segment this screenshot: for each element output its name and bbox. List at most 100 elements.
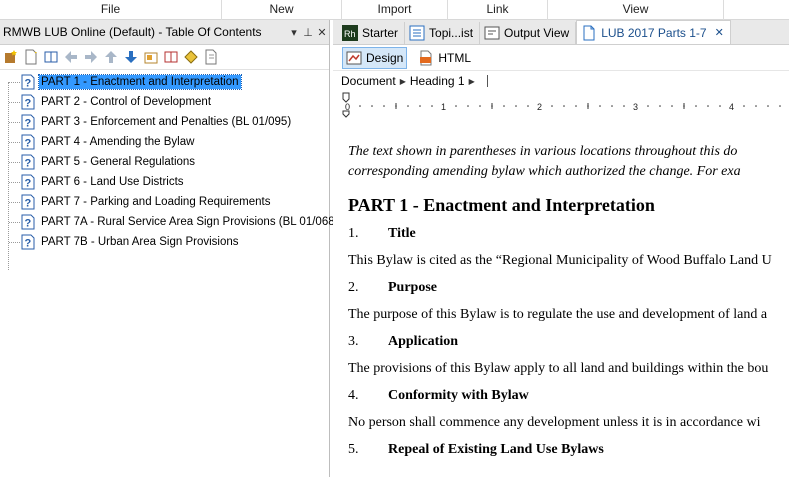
document-content[interactable]: The text shown in parentheses in various…	[348, 142, 789, 463]
tab-topic-list[interactable]: Topi...ist	[405, 22, 481, 44]
toc-item[interactable]: ? PART 7 - Parking and Loading Requiremen…	[0, 192, 329, 212]
ruler-number: 1	[441, 102, 446, 112]
toc-item-label: PART 4 - Amending the Bylaw	[41, 136, 195, 148]
close-icon[interactable]: ✕	[315, 26, 329, 39]
svg-text:?: ?	[25, 118, 32, 130]
crumb-arrow-icon: ▶	[399, 76, 406, 86]
section-body: The provisions of this Bylaw apply to al…	[348, 361, 769, 376]
section-title: Application	[388, 334, 459, 349]
toc-item-label: PART 7 - Parking and Loading Requirement…	[41, 196, 271, 208]
topic-help-icon: ?	[21, 154, 35, 170]
arrow-up-icon[interactable]	[102, 49, 119, 66]
svg-text:?: ?	[25, 158, 32, 170]
folder-page-icon[interactable]	[142, 49, 159, 66]
ruler-number: 4	[729, 102, 734, 112]
topic-help-icon: ?	[21, 114, 35, 130]
new-page-icon[interactable]	[22, 49, 39, 66]
tab-output-view-label: Output View	[504, 26, 570, 40]
arrow-down-icon[interactable]	[122, 49, 139, 66]
section-body: No person shall commence any development…	[348, 415, 761, 430]
ruler-number: 2	[537, 102, 542, 112]
ribbon-group-view: View	[548, 0, 724, 20]
section-body: The purpose of this Bylaw is to regulate…	[348, 307, 768, 322]
section-heading: 2. Purpose	[348, 275, 789, 301]
toc-item-label: PART 7B - Urban Area Sign Provisions	[41, 236, 239, 248]
topic-help-icon: ?	[21, 194, 35, 210]
toc-item-label: PART 3 - Enforcement and Penalties (BL 0…	[41, 116, 292, 128]
arrow-right-icon[interactable]	[82, 49, 99, 66]
diamond-arrow-icon[interactable]	[182, 49, 199, 66]
toc-toolbar	[0, 45, 329, 70]
section-title: Conformity with Bylaw	[388, 388, 529, 403]
crumb-document[interactable]: Document	[341, 74, 396, 88]
horizontal-ruler[interactable]: 01234	[333, 91, 789, 121]
design-mode-label: Design	[366, 50, 404, 65]
section-number: 1.	[348, 226, 359, 241]
editor-pane: Rh Starter Topi...ist Output View LUB 20…	[333, 20, 789, 477]
svg-text:?: ?	[25, 138, 32, 150]
tab-lub-label: LUB 2017 Parts 1-7	[601, 25, 707, 40]
section-heading: 4. Conformity with Bylaw	[348, 383, 789, 409]
part-heading: PART 1 - Enactment and Interpretation	[348, 195, 655, 215]
svg-text:?: ?	[25, 218, 32, 230]
toc-pane-header: RMWB LUB Online (Default) - Table Of Con…	[0, 20, 329, 45]
toc-pane-title: RMWB LUB Online (Default) - Table Of Con…	[3, 25, 262, 39]
section-heading: 1. Title	[348, 221, 789, 247]
toc-item[interactable]: ? PART 6 - Land Use Districts	[0, 172, 329, 192]
svg-text:Rh: Rh	[344, 29, 356, 39]
section-title: Title	[388, 226, 416, 241]
book-open-icon[interactable]	[162, 49, 179, 66]
tab-starter[interactable]: Rh Starter	[338, 22, 406, 44]
output-icon	[484, 26, 500, 40]
section-number: 2.	[348, 280, 359, 295]
toc-item-label: PART 1 - Enactment and Interpretation	[38, 74, 242, 90]
section-heading: 5. Repeal of Existing Land Use Bylaws	[348, 437, 789, 463]
section-heading: 3. Application	[348, 329, 789, 355]
toc-item[interactable]: ? PART 5 - General Regulations	[0, 152, 329, 172]
svg-text:?: ?	[25, 178, 32, 190]
section-number: 3.	[348, 334, 359, 349]
toc-item-label: PART 6 - Land Use Districts	[41, 176, 184, 188]
section-title: Purpose	[388, 280, 437, 295]
pane-dropdown-icon[interactable]: ▾	[287, 26, 301, 39]
toc-item[interactable]: ? PART 1 - Enactment and Interpretation	[0, 72, 329, 92]
toc-item[interactable]: ? PART 2 - Control of Development	[0, 92, 329, 112]
caret-marker	[486, 75, 488, 87]
topic-help-icon: ?	[21, 74, 35, 90]
toc-item[interactable]: ? PART 7B - Urban Area Sign Provisions	[0, 232, 329, 252]
ribbon-group-bar: File New Import Link View	[0, 0, 789, 20]
list-icon	[409, 25, 425, 41]
svg-text:?: ?	[25, 98, 32, 110]
tag-breadcrumb: Document ▶ Heading 1 ▶	[333, 71, 789, 91]
topic-help-icon: ?	[21, 234, 35, 250]
ribbon-group-file: File	[0, 0, 222, 20]
ribbon-group-link: Link	[448, 0, 548, 20]
topic-help-icon: ?	[21, 134, 35, 150]
section-number: 4.	[348, 388, 359, 403]
html-mode-button[interactable]: HTML	[415, 47, 474, 69]
crumb-heading-1[interactable]: Heading 1	[410, 74, 465, 88]
toc-item-label: PART 2 - Control of Development	[41, 96, 212, 108]
toc-item[interactable]: ? PART 3 - Enforcement and Penalties (BL …	[0, 112, 329, 132]
note-line-1: The text shown in parentheses in various…	[348, 144, 738, 159]
page-copy-icon[interactable]	[202, 49, 219, 66]
ribbon-group-new: New	[222, 0, 342, 20]
design-icon	[346, 51, 362, 64]
new-book-icon[interactable]	[2, 49, 19, 66]
toc-item[interactable]: ? PART 7A - Rural Service Area Sign Provi…	[0, 212, 338, 232]
editor-mode-bar: Design HTML	[333, 45, 789, 71]
toc-item[interactable]: ? PART 4 - Amending the Bylaw	[0, 132, 329, 152]
section-body: This Bylaw is cited as the “Regional Mun…	[348, 253, 772, 268]
topic-help-icon: ?	[21, 214, 35, 230]
book-icon[interactable]	[42, 49, 59, 66]
toc-tree: ? PART 1 - Enactment and Interpretation? P…	[0, 70, 338, 270]
tab-output-view[interactable]: Output View	[480, 22, 577, 44]
toc-item-label: PART 7A - Rural Service Area Sign Provis…	[41, 216, 339, 228]
document-tabs: Rh Starter Topi...ist Output View LUB 20…	[333, 20, 789, 45]
arrow-left-icon[interactable]	[62, 49, 79, 66]
tab-close-icon[interactable]: ✕	[715, 26, 724, 39]
design-mode-button[interactable]: Design	[342, 46, 408, 69]
pin-icon[interactable]: ⊥	[301, 26, 315, 39]
svg-text:?: ?	[25, 198, 32, 210]
tab-lub-2017-parts[interactable]: LUB 2017 Parts 1-7 ✕	[576, 20, 731, 44]
